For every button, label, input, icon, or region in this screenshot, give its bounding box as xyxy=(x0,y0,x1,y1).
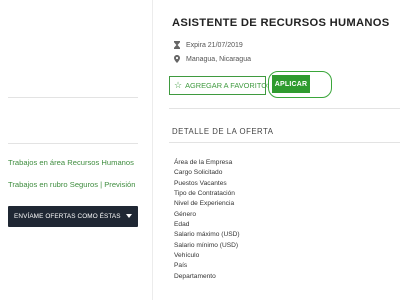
expiry-date: Expira 21/07/2019 xyxy=(186,41,243,49)
star-outline-icon: ☆ xyxy=(174,80,183,90)
content-divider xyxy=(152,0,153,300)
location-text: Managua, Nicaragua xyxy=(186,55,251,63)
caret-down-icon xyxy=(126,214,132,218)
header-divider xyxy=(169,108,400,109)
detail-field: Vehículo xyxy=(174,252,200,260)
favorite-label: AGREGAR A FAVORITOS xyxy=(185,81,272,90)
detail-field: País xyxy=(174,262,188,270)
sidebar-divider-bottom xyxy=(8,143,138,144)
link-jobs-hr-area[interactable]: Trabajos en área Recursos Humanos xyxy=(8,158,134,167)
detail-field: Área de la Empresa xyxy=(174,159,233,166)
detail-field: Edad xyxy=(174,221,190,229)
offer-details-title: DETALLE DE LA OFERTA xyxy=(172,127,274,136)
sidebar-divider-top xyxy=(8,97,138,98)
detail-field: Cargo Solicitado xyxy=(174,169,223,177)
location-info: Managua, Nicaragua xyxy=(172,55,251,63)
details-divider xyxy=(169,142,400,143)
apply-button[interactable]: APLICAR xyxy=(272,75,310,93)
detail-field: Salario máximo (USD) xyxy=(174,231,240,239)
expiry-info: Expira 21/07/2019 xyxy=(172,41,243,49)
hourglass-icon xyxy=(172,41,181,49)
detail-field: Departamento xyxy=(174,272,216,280)
offer-details-list: Área de la Empresa Cargo Solicitado Pues… xyxy=(174,158,240,282)
apply-button-highlight: APLICAR xyxy=(268,71,332,98)
job-alert-label: ENVÍAME OFERTAS COMO ÉSTAS xyxy=(14,213,121,220)
job-title: ASISTENTE DE RECURSOS HUMANOS xyxy=(172,17,390,29)
job-alert-button[interactable]: ENVÍAME OFERTAS COMO ÉSTAS xyxy=(8,206,138,227)
detail-field: Puestos Vacantes xyxy=(174,179,227,187)
detail-field: Nivel de Experiencia xyxy=(174,200,235,208)
add-to-favorites-button[interactable]: ☆ AGREGAR A FAVORITOS xyxy=(169,76,272,95)
detail-field: Género xyxy=(174,210,196,218)
map-pin-icon xyxy=(172,55,181,63)
link-jobs-insurance-sector[interactable]: Trabajos en rubro Seguros | Previsión xyxy=(8,180,135,189)
detail-field: Tipo de Contratación xyxy=(174,190,235,198)
detail-field: Salario mínimo (USD) xyxy=(174,241,239,249)
